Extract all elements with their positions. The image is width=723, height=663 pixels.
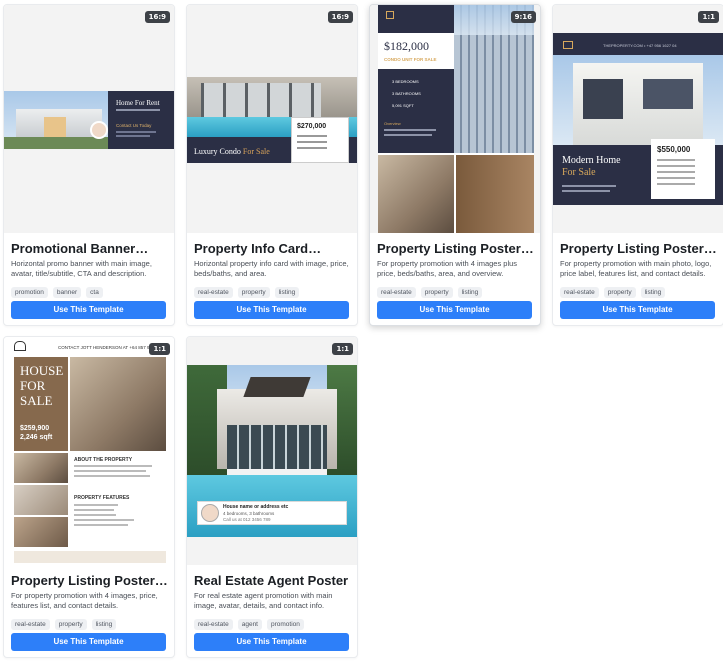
tag-list: real-estate property listing [194, 287, 300, 298]
tag-list: promotion banner cta [11, 287, 103, 298]
template-description: For property promotion with 4 images plu… [377, 259, 518, 278]
preview-beds: 3 BEDROOMS [392, 79, 419, 84]
template-preview[interactable]: $182,000 CONDO UNIT FOR SALE 3 BEDROOMS … [370, 5, 540, 233]
template-card-property-listing-poster-c[interactable]: CONTACT JOTT HENDERSON AT +64 857 94 HOU… [3, 336, 175, 658]
aspect-ratio-badge: 1:1 [698, 11, 719, 23]
preview-price: $259,900 [20, 425, 50, 432]
template-description: Horizontal property info card with image… [194, 259, 349, 278]
preview-cta: Contact Us Today [116, 123, 152, 128]
template-card-property-info[interactable]: Luxury Condo For Sale $270,000 16:9 Prop… [186, 4, 358, 326]
preview-heading: Home For Rent [116, 99, 160, 107]
template-preview[interactable]: CONTACT JOTT HENDERSON AT +64 857 94 HOU… [4, 337, 174, 565]
template-card-promotional-banner[interactable]: Home For Rent Contact Us Today 16:9 Prom… [3, 4, 175, 326]
preview-overview: Overview [384, 121, 401, 126]
use-template-button[interactable]: Use This Template [377, 301, 532, 319]
preview-about: ABOUT THE PROPERTY [74, 457, 133, 463]
template-description: Horizontal promo banner with main image,… [11, 259, 152, 278]
template-card-real-estate-agent-poster[interactable]: House name or address etc 4 bedrooms, 3 … [186, 336, 358, 658]
tag: property [54, 619, 87, 630]
template-preview[interactable]: House name or address etc 4 bedrooms, 3 … [187, 337, 357, 565]
preview-topline: CONTACT JOTT HENDERSON AT +64 857 94 [58, 345, 152, 350]
tag: real-estate [194, 287, 233, 298]
agent-avatar [201, 504, 219, 522]
preview-features: PROPERTY FEATURES [74, 495, 130, 501]
template-preview[interactable]: Luxury Condo For Sale $270,000 16:9 [187, 5, 357, 233]
tag: listing [457, 287, 483, 298]
use-template-button[interactable]: Use This Template [194, 633, 349, 651]
tag: agent [237, 619, 262, 630]
tag: listing [91, 619, 117, 630]
template-card-property-listing-poster-a[interactable]: $182,000 CONDO UNIT FOR SALE 3 BEDROOMS … [369, 4, 541, 326]
preview-heading: Modern Home [562, 155, 621, 166]
logo-icon [563, 41, 573, 49]
template-description: For real estate agent promotion with mai… [194, 591, 333, 610]
preview-subtitle: CONDO UNIT FOR SALE [384, 57, 437, 62]
preview-area: 2,246 sqft [20, 434, 53, 441]
preview-line1: House name or address etc [223, 504, 289, 510]
preview-heading: HOUSE FOR SALE [20, 363, 64, 408]
template-title: Property Info Card… [194, 241, 322, 256]
tag: real-estate [377, 287, 416, 298]
template-preview[interactable]: THEPROPERTY.COM • +47 956 1627 04 Modern… [553, 5, 723, 233]
preview-price: $270,000 [297, 123, 327, 130]
template-card-property-listing-poster-b[interactable]: THEPROPERTY.COM • +47 956 1627 04 Modern… [552, 4, 723, 326]
template-description: For property promotion with main photo, … [560, 259, 712, 278]
tag: real-estate [11, 619, 50, 630]
preview-topline: THEPROPERTY.COM • +47 956 1627 04 [603, 43, 677, 48]
aspect-ratio-badge: 16:9 [144, 11, 170, 23]
use-template-button[interactable]: Use This Template [560, 301, 715, 319]
tag-list: real-estate property listing [560, 287, 666, 298]
template-title: Real Estate Agent Poster [194, 573, 349, 588]
template-title: Promotional Banner… [11, 241, 149, 256]
tag: property [603, 287, 636, 298]
template-title: Property Listing Poster… [560, 241, 717, 256]
preview-line2: 4 bedrooms, 3 bathrooms [223, 511, 275, 516]
template-title: Property Listing Poster (… [11, 573, 171, 588]
aspect-ratio-badge: 16:9 [327, 11, 353, 23]
logo-icon [386, 11, 394, 19]
tag-list: real-estate agent promotion [194, 619, 304, 630]
use-template-button[interactable]: Use This Template [11, 633, 166, 651]
preview-area: 5,091 SQFT [392, 103, 414, 108]
tag: listing [274, 287, 300, 298]
aspect-ratio-badge: 1:1 [149, 343, 170, 355]
tag: real-estate [560, 287, 599, 298]
preview-heading-accent: For Sale [562, 167, 596, 178]
tag: banner [52, 287, 82, 298]
tag: promotion [267, 619, 304, 630]
template-title: Property Listing Poster (… [377, 241, 537, 256]
tag: property [420, 287, 453, 298]
preview-price: $182,000 [384, 39, 429, 53]
tag: promotion [11, 287, 48, 298]
logo-icon [14, 341, 26, 351]
aspect-ratio-badge: 1:1 [332, 343, 353, 355]
tag: real-estate [194, 619, 233, 630]
tag: cta [86, 287, 103, 298]
tag: property [237, 287, 270, 298]
template-description: For property promotion with 4 images, pr… [11, 591, 158, 610]
preview-price: $550,000 [657, 145, 691, 154]
use-template-button[interactable]: Use This Template [194, 301, 349, 319]
tag: listing [640, 287, 666, 298]
preview-heading: Luxury Condo For Sale [194, 147, 270, 156]
tag-list: real-estate property listing [377, 287, 483, 298]
preview-baths: 3 BATHROOMS [392, 91, 421, 96]
tag-list: real-estate property listing [11, 619, 117, 630]
use-template-button[interactable]: Use This Template [11, 301, 166, 319]
template-preview[interactable]: Home For Rent Contact Us Today 16:9 [4, 5, 174, 233]
agent-avatar [90, 121, 108, 139]
aspect-ratio-badge: 9:16 [510, 11, 536, 23]
preview-line3: Call us at 012 3456 789 [223, 517, 271, 522]
